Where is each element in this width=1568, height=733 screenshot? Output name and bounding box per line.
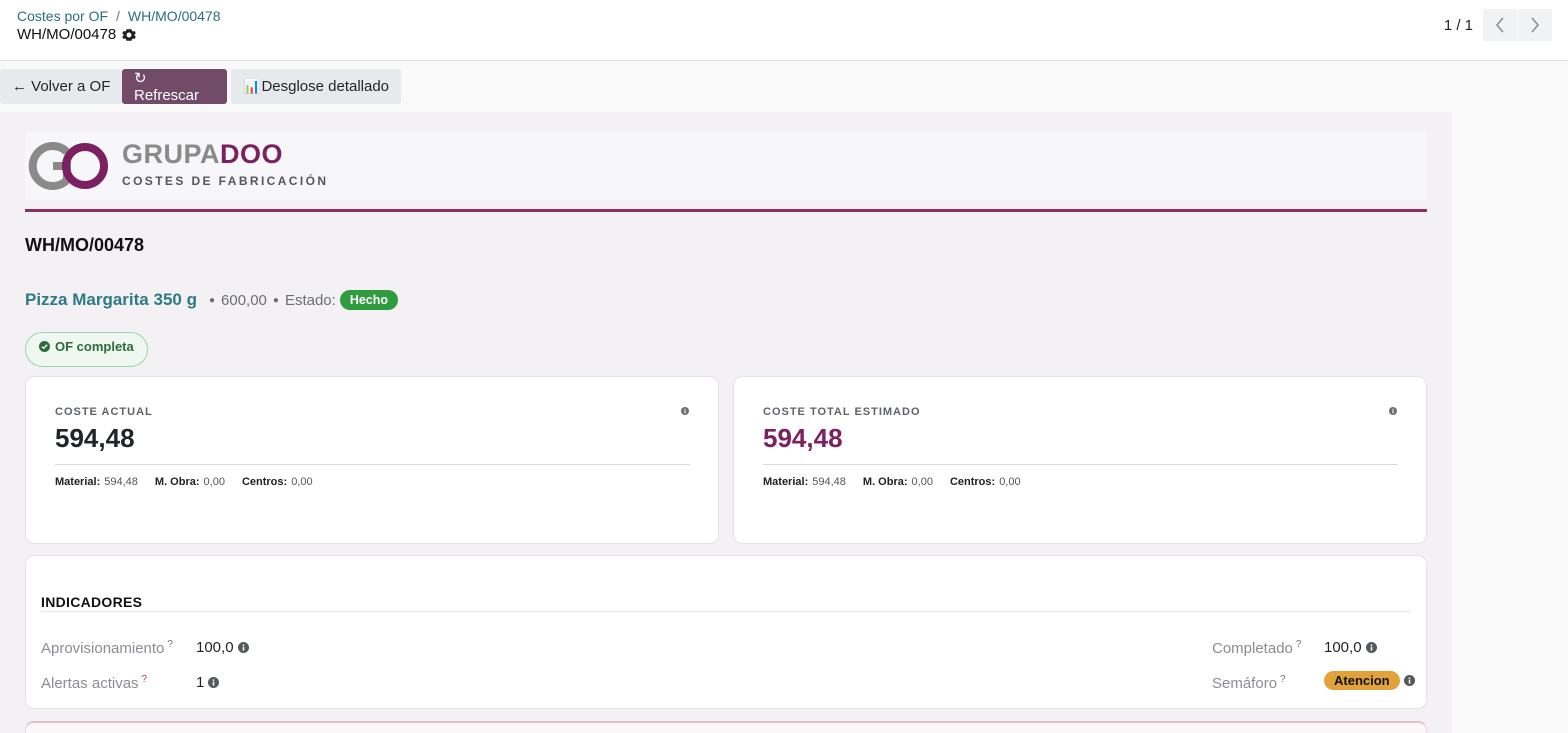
current-cost-label: COSTE ACTUAL (55, 406, 153, 418)
product-line: Pizza Margarita 350 g ● 600,00 ● Estado:… (25, 290, 399, 310)
brand-name-part1: GRUPA (122, 139, 221, 169)
info-icon[interactable] (1365, 642, 1377, 653)
breadcrumb-parent-link[interactable]: Costes por OF (17, 8, 108, 24)
indicators-divider (41, 611, 1411, 612)
info-icon[interactable] (237, 642, 249, 653)
control-panel: Costes por OF / WH/MO/00478 WH/MO/00478 … (0, 0, 1568, 61)
labor-value: 0,00 (911, 476, 933, 488)
brand-name: GRUPADOO (122, 139, 283, 170)
record-title-text: WH/MO/00478 (17, 26, 117, 43)
indicators-card: INDICADORES Aprovisionamiento? 100,0 Ale… (25, 555, 1427, 709)
separator-dot: ● (208, 294, 216, 306)
completed-label-text: Completado (1212, 640, 1293, 657)
product-name-link[interactable]: Pizza Margarita 350 g (25, 290, 197, 310)
pager-next-button[interactable] (1518, 9, 1552, 41)
help-tooltip-icon[interactable]: ? (1280, 674, 1286, 685)
bar-chart-icon: 📊 (243, 78, 261, 94)
pager-value[interactable]: 1 / 1 (1444, 17, 1473, 34)
record-title: WH/MO/00478 (17, 26, 137, 43)
provisioning-value-text: 100,0 (196, 639, 234, 656)
gear-icon[interactable] (122, 28, 137, 42)
alerts-card-partial (25, 721, 1427, 733)
help-tooltip-icon[interactable]: ? (142, 674, 148, 685)
semaforo-label-text: Semáforo (1212, 675, 1278, 692)
material-label: Material: (55, 476, 101, 488)
info-icon[interactable] (208, 677, 220, 688)
state-badge: Hecho (339, 290, 399, 310)
estimated-cost-value: 594,48 (763, 423, 843, 453)
card-divider (55, 464, 690, 465)
help-tooltip-icon[interactable]: ? (1296, 639, 1302, 650)
brand-name-part2: DOO (220, 139, 284, 169)
indicators-title: INDICADORES (41, 594, 143, 610)
active-alerts-label: Alertas activas? (41, 674, 147, 692)
refresh-button[interactable]: ↻ Refrescar (122, 69, 227, 104)
completion-badge-label: OF completa (55, 339, 134, 354)
breadcrumb-current-link[interactable]: WH/MO/00478 (128, 8, 221, 24)
semaforo-value: Atencion (1324, 671, 1415, 690)
labor-label: M. Obra: (154, 476, 200, 488)
labor-value: 0,00 (203, 476, 225, 488)
material-value: 594,48 (812, 476, 846, 488)
current-cost-card: COSTE ACTUAL 594,48 Material: 594,48 M. O… (25, 376, 719, 544)
pager: 1 / 1 (1444, 9, 1552, 41)
detailed-breakdown-button[interactable]: 📊 Desglose detallado (231, 69, 402, 104)
material-label: Material: (763, 476, 809, 488)
breadcrumb: Costes por OF / WH/MO/00478 (17, 8, 221, 24)
info-icon[interactable] (1389, 407, 1397, 415)
labor-label: M. Obra: (862, 476, 908, 488)
centers-label: Centros: (949, 476, 996, 488)
info-icon[interactable] (1403, 675, 1415, 686)
help-tooltip-icon[interactable]: ? (167, 639, 173, 650)
estimated-cost-card: COSTE TOTAL ESTIMADO 594,48 Material: 594… (733, 376, 1427, 544)
active-alerts-value-text: 1 (196, 674, 205, 691)
chevron-left-icon (1495, 17, 1504, 33)
report-subtitle: COSTES DE FABRICACIÓN (122, 174, 329, 188)
estimated-cost-label: COSTE TOTAL ESTIMADO (763, 406, 921, 418)
card-divider (763, 464, 1398, 465)
chevron-right-icon (1531, 17, 1540, 33)
breadcrumb-separator: / (116, 8, 120, 24)
quantity-value: 600,00 (221, 291, 267, 309)
pager-previous-button[interactable] (1483, 9, 1517, 41)
provisioning-value: 100,0 (196, 639, 249, 656)
centers-label: Centros: (241, 476, 288, 488)
back-to-mo-button[interactable]: ← Volver a OF (0, 69, 123, 104)
current-cost-value: 594,48 (55, 423, 135, 453)
separator-dot: ● (272, 294, 279, 306)
centers-value: 0,00 (999, 476, 1021, 488)
material-value: 594,48 (104, 476, 138, 488)
semaforo-label: Semáforo? (1212, 674, 1286, 692)
provisioning-label-text: Aprovisionamiento (41, 640, 165, 657)
state-label: Estado: (284, 291, 336, 309)
provisioning-label: Aprovisionamiento? (41, 639, 173, 657)
grupadoo-logo (28, 142, 108, 190)
header-divider (25, 209, 1427, 212)
estimated-cost-breakdown: Material: 594,48 M. Obra: 0,00 Centros: 0,0… (763, 476, 1021, 488)
completion-badge: OF completa (25, 332, 148, 367)
completed-value: 100,0 (1324, 639, 1377, 656)
mo-title: WH/MO/00478 (25, 235, 145, 255)
back-to-mo-label: ← Volver a OF (12, 78, 111, 95)
check-circle-icon (39, 341, 50, 352)
centers-value: 0,00 (291, 476, 313, 488)
detailed-breakdown-label: Desglose detallado (261, 78, 390, 95)
semaforo-badge: Atencion (1324, 671, 1400, 690)
info-icon[interactable] (681, 407, 689, 415)
refresh-label: ↻ Refrescar (134, 70, 200, 104)
current-cost-breakdown: Material: 594,48 M. Obra: 0,00 Centros: 0,0… (55, 476, 313, 488)
active-alerts-label-text: Alertas activas (41, 675, 139, 692)
completed-label: Completado? (1212, 639, 1301, 657)
completed-value-text: 100,0 (1324, 639, 1362, 656)
active-alerts-value: 1 (196, 674, 220, 691)
